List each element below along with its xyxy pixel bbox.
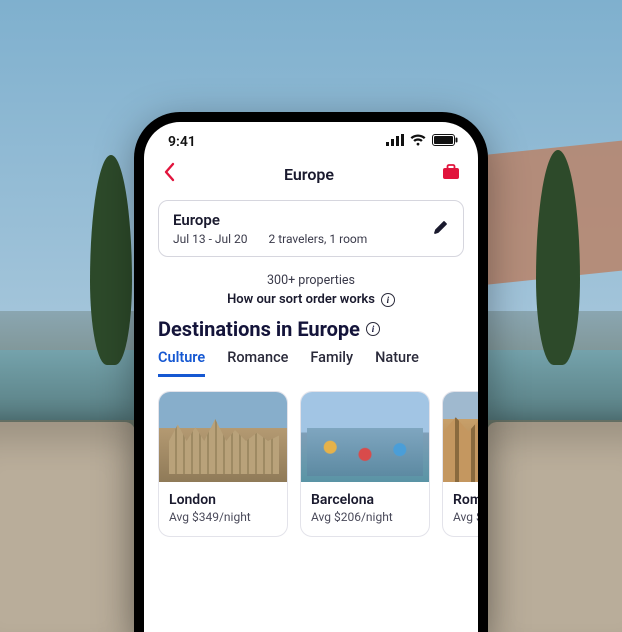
card-price: Avg $206/night <box>311 510 419 524</box>
suitcase-icon[interactable] <box>442 164 460 184</box>
signal-icon <box>386 134 404 150</box>
tab-romance[interactable]: Romance <box>227 349 288 377</box>
page-title: Europe <box>284 165 334 184</box>
search-dates: Jul 13 - Jul 20 <box>173 232 248 246</box>
status-time: 9:41 <box>168 134 196 150</box>
search-guests: 2 travelers, 1 room <box>269 232 368 246</box>
nav-bar: Europe <box>144 156 478 196</box>
search-details: Jul 13 - Jul 20 2 travelers, 1 room <box>173 232 367 246</box>
status-bar: 9:41 <box>144 122 478 156</box>
property-count: 300+ properties <box>144 273 478 288</box>
card-image <box>443 392 478 482</box>
card-image <box>301 392 429 482</box>
back-button[interactable] <box>162 162 176 186</box>
card-price: Avg $349/night <box>169 510 277 524</box>
phone-frame: 9:41 Europe <box>134 112 488 632</box>
tab-culture[interactable]: Culture <box>158 349 205 377</box>
destination-card[interactable]: Rome Avg $229/ni <box>442 391 478 537</box>
search-destination: Europe <box>173 211 367 229</box>
results-meta: 300+ properties How our sort order works… <box>144 267 478 317</box>
card-price: Avg $229/ni <box>453 510 478 524</box>
section-heading: Destinations in Europe i <box>144 317 478 349</box>
card-city: Rome <box>453 492 478 508</box>
card-image <box>159 392 287 482</box>
card-city: Barcelona <box>311 492 419 508</box>
category-tabs: Culture Romance Family Nature <box>144 349 478 377</box>
search-summary-card[interactable]: Europe Jul 13 - Jul 20 2 travelers, 1 ro… <box>158 200 464 257</box>
phone-screen: 9:41 Europe <box>144 122 478 632</box>
wifi-icon <box>410 134 426 150</box>
tab-nature[interactable]: Nature <box>375 349 419 377</box>
destination-card[interactable]: Barcelona Avg $206/night <box>300 391 430 537</box>
sort-order-link[interactable]: How our sort order works i <box>227 292 395 307</box>
battery-icon <box>432 134 458 150</box>
destination-cards[interactable]: London Avg $349/night Barcelona Avg $206/ni… <box>144 377 478 537</box>
info-icon[interactable]: i <box>366 322 380 336</box>
edit-icon[interactable] <box>433 219 449 239</box>
info-icon: i <box>381 293 395 307</box>
card-city: London <box>169 492 277 508</box>
destination-card[interactable]: London Avg $349/night <box>158 391 288 537</box>
tab-family[interactable]: Family <box>310 349 353 377</box>
